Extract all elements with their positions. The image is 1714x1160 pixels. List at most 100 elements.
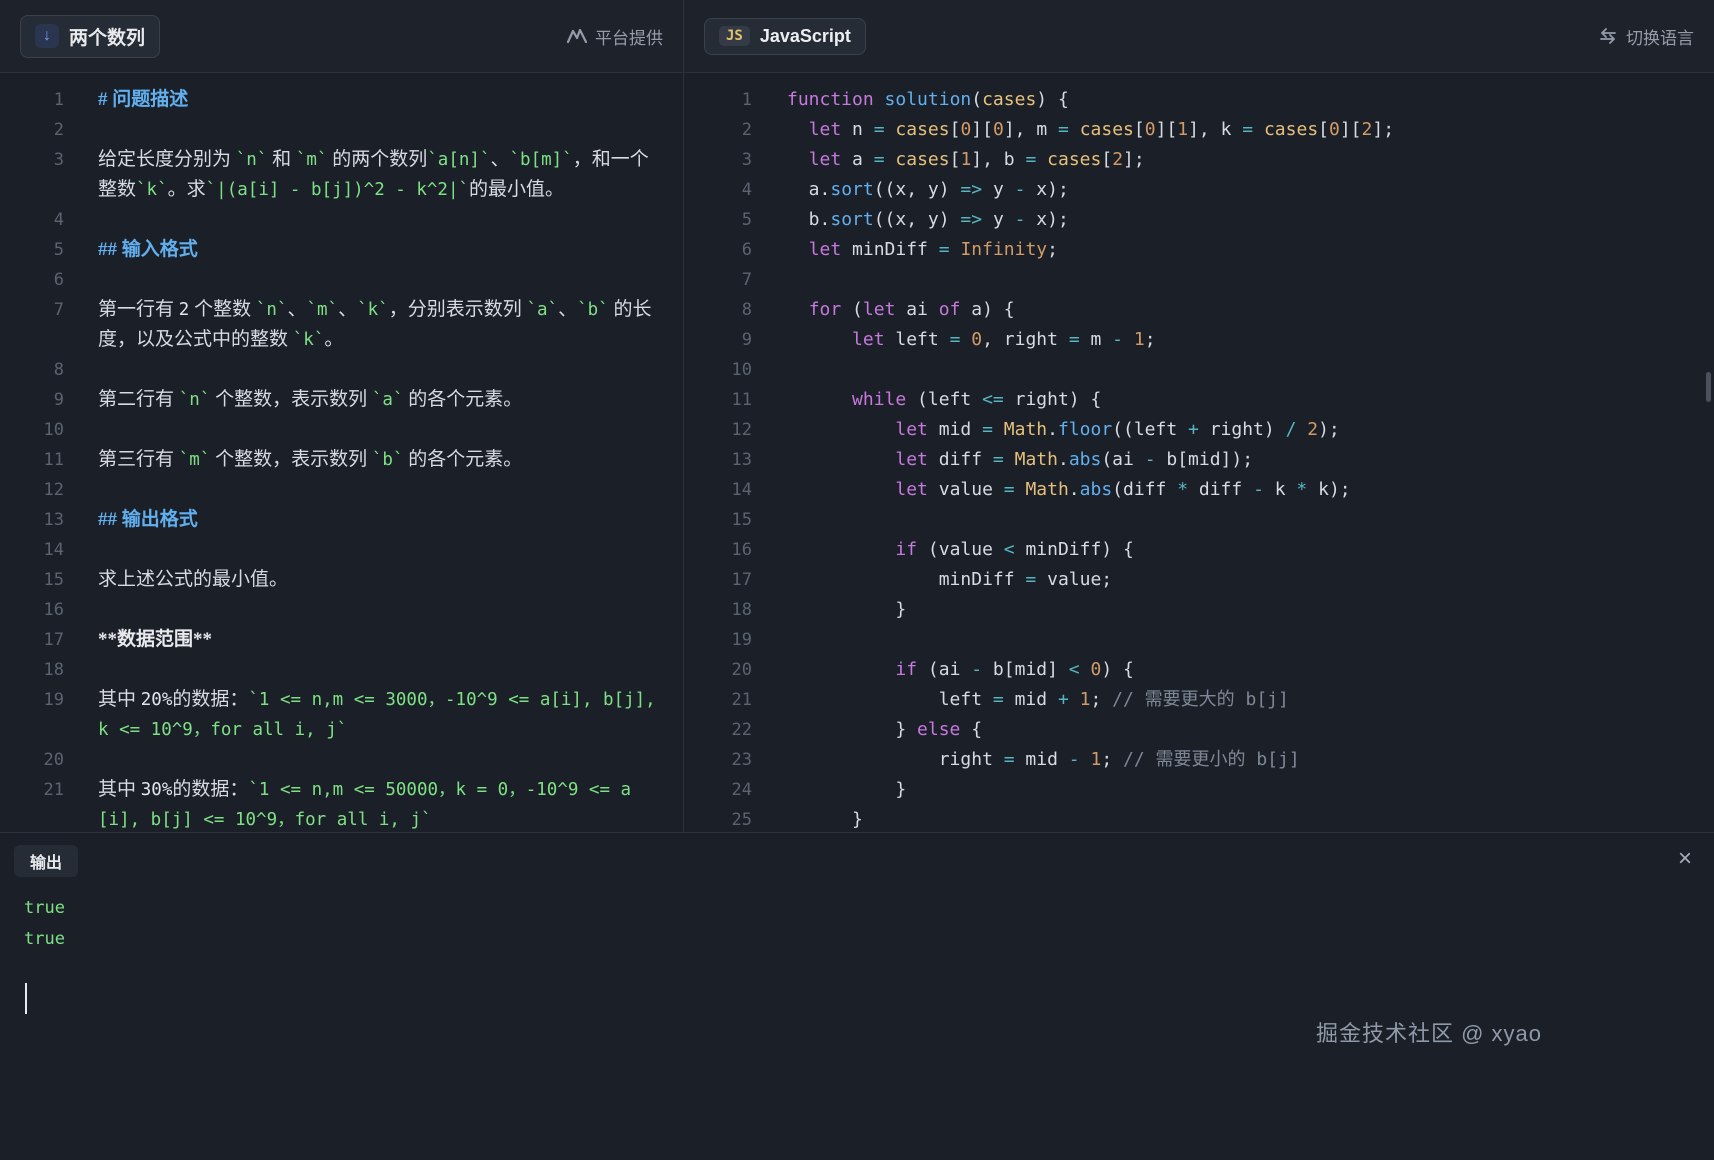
code-line[interactable]: 22 } else { [684, 715, 1714, 745]
code-line[interactable]: 8 for (let ai of a) { [684, 295, 1714, 325]
code-text[interactable]: while (left <= right) { [752, 385, 1714, 415]
code-text[interactable] [64, 205, 683, 235]
code-line[interactable]: 3给定长度分别为 `n` 和 `m` 的两个数列`a[n]`、`b[m]`，和一… [0, 145, 683, 205]
code-text[interactable]: 给定长度分别为 `n` 和 `m` 的两个数列`a[n]`、`b[m]`，和一个… [64, 145, 683, 205]
code-text[interactable] [64, 745, 683, 775]
code-text[interactable]: ## 输出格式 [64, 505, 683, 535]
switch-language-button[interactable]: 切换语言 [1598, 24, 1694, 49]
problem-title-badge[interactable]: ↓ 两个数列 [20, 15, 160, 58]
code-text[interactable]: 求上述公式的最小值。 [64, 565, 683, 595]
code-text[interactable]: let n = cases[0][0], m = cases[0][1], k … [752, 115, 1714, 145]
code-text[interactable]: minDiff = value; [752, 565, 1714, 595]
code-line[interactable]: 7 [684, 265, 1714, 295]
code-line[interactable]: 23 right = mid - 1; // 需要更小的 b[j] [684, 745, 1714, 775]
code-text[interactable] [752, 265, 1714, 295]
code-line[interactable]: 5## 输入格式 [0, 235, 683, 265]
code-text[interactable]: let value = Math.abs(diff * diff - k * k… [752, 475, 1714, 505]
code-text[interactable]: 第三行有 `m` 个整数，表示数列 `b` 的各个元素。 [64, 445, 683, 475]
code-text[interactable] [64, 655, 683, 685]
code-text[interactable]: } else { [752, 715, 1714, 745]
code-line[interactable]: 18 } [684, 595, 1714, 625]
code-line[interactable]: 24 } [684, 775, 1714, 805]
code-line[interactable]: 14 [0, 535, 683, 565]
code-text[interactable]: let diff = Math.abs(ai - b[mid]); [752, 445, 1714, 475]
language-badge[interactable]: JS JavaScript [704, 18, 866, 55]
code-line[interactable]: 21其中 30%的数据：`1 <= n,m <= 50000，k = 0，-10… [0, 775, 683, 832]
code-line[interactable]: 6 let minDiff = Infinity; [684, 235, 1714, 265]
code-text[interactable]: if (ai - b[mid] < 0) { [752, 655, 1714, 685]
code-line[interactable]: 19其中 20%的数据：`1 <= n,m <= 3000，-10^9 <= a… [0, 685, 683, 745]
code-line[interactable]: 15 [684, 505, 1714, 535]
code-text[interactable]: let minDiff = Infinity; [752, 235, 1714, 265]
code-line[interactable]: 21 left = mid + 1; // 需要更大的 b[j] [684, 685, 1714, 715]
code-line[interactable]: 25 } [684, 805, 1714, 832]
code-line[interactable]: 5 b.sort((x, y) => y - x); [684, 205, 1714, 235]
code-text[interactable]: a.sort((x, y) => y - x); [752, 175, 1714, 205]
code-line[interactable]: 16 if (value < minDiff) { [684, 535, 1714, 565]
code-line[interactable]: 1# 问题描述 [0, 85, 683, 115]
code-text[interactable]: function solution(cases) { [752, 85, 1714, 115]
code-line[interactable]: 14 let value = Math.abs(diff * diff - k … [684, 475, 1714, 505]
code-text[interactable] [64, 535, 683, 565]
code-text[interactable]: right = mid - 1; // 需要更小的 b[j] [752, 745, 1714, 775]
code-text[interactable]: let left = 0, right = m - 1; [752, 325, 1714, 355]
code-line[interactable]: 10 [684, 355, 1714, 385]
code-line[interactable]: 2 [0, 115, 683, 145]
code-editor[interactable]: 1function solution(cases) {2 let n = cas… [684, 73, 1714, 832]
output-tab[interactable]: 输出 [14, 845, 78, 877]
code-text[interactable] [752, 355, 1714, 385]
platform-provider[interactable]: 平台提供 [567, 24, 663, 49]
code-text[interactable] [64, 265, 683, 295]
code-text[interactable]: let a = cases[1], b = cases[2]; [752, 145, 1714, 175]
code-line[interactable]: 19 [684, 625, 1714, 655]
code-line[interactable]: 12 [0, 475, 683, 505]
code-text[interactable]: if (value < minDiff) { [752, 535, 1714, 565]
code-text[interactable]: 第二行有 `n` 个整数，表示数列 `a` 的各个元素。 [64, 385, 683, 415]
code-text[interactable]: 其中 20%的数据：`1 <= n,m <= 3000，-10^9 <= a[i… [64, 685, 683, 745]
code-text[interactable]: # 问题描述 [64, 85, 683, 115]
code-text[interactable] [64, 355, 683, 385]
code-text[interactable]: 其中 30%的数据：`1 <= n,m <= 50000，k = 0，-10^9… [64, 775, 683, 832]
code-text[interactable] [64, 415, 683, 445]
code-text[interactable]: for (let ai of a) { [752, 295, 1714, 325]
code-line[interactable]: 4 [0, 205, 683, 235]
code-line[interactable]: 1function solution(cases) { [684, 85, 1714, 115]
code-text[interactable]: b.sort((x, y) => y - x); [752, 205, 1714, 235]
code-line[interactable]: 8 [0, 355, 683, 385]
code-line[interactable]: 20 if (ai - b[mid] < 0) { [684, 655, 1714, 685]
close-icon[interactable]: × [1678, 845, 1692, 873]
code-text[interactable]: left = mid + 1; // 需要更大的 b[j] [752, 685, 1714, 715]
code-line[interactable]: 17 minDiff = value; [684, 565, 1714, 595]
code-text[interactable] [64, 475, 683, 505]
code-text[interactable] [752, 505, 1714, 535]
code-line[interactable]: 4 a.sort((x, y) => y - x); [684, 175, 1714, 205]
code-text[interactable]: 第一行有 2 个整数 `n`、`m`、`k`，分别表示数列 `a`、`b` 的长… [64, 295, 683, 355]
code-line[interactable]: 12 let mid = Math.floor((left + right) /… [684, 415, 1714, 445]
code-line[interactable]: 17**数据范围** [0, 625, 683, 655]
code-line[interactable]: 10 [0, 415, 683, 445]
code-text[interactable]: } [752, 805, 1714, 832]
code-line[interactable]: 2 let n = cases[0][0], m = cases[0][1], … [684, 115, 1714, 145]
code-text[interactable]: } [752, 775, 1714, 805]
code-text[interactable] [64, 115, 683, 145]
code-text[interactable]: ## 输入格式 [64, 235, 683, 265]
code-text[interactable]: let mid = Math.floor((left + right) / 2)… [752, 415, 1714, 445]
code-line[interactable]: 11 while (left <= right) { [684, 385, 1714, 415]
code-line[interactable]: 13## 输出格式 [0, 505, 683, 535]
code-text[interactable] [752, 625, 1714, 655]
code-line[interactable]: 3 let a = cases[1], b = cases[2]; [684, 145, 1714, 175]
scrollbar-thumb[interactable] [1706, 372, 1711, 402]
code-line[interactable]: 9 let left = 0, right = m - 1; [684, 325, 1714, 355]
problem-description-editor[interactable]: 1# 问题描述2 3给定长度分别为 `n` 和 `m` 的两个数列`a[n]`、… [0, 73, 683, 832]
code-line[interactable]: 11第三行有 `m` 个整数，表示数列 `b` 的各个元素。 [0, 445, 683, 475]
code-line[interactable]: 18 [0, 655, 683, 685]
console-output[interactable]: truetrue [14, 893, 1700, 1014]
code-text[interactable] [64, 595, 683, 625]
code-line[interactable]: 13 let diff = Math.abs(ai - b[mid]); [684, 445, 1714, 475]
code-line[interactable]: 6 [0, 265, 683, 295]
code-line[interactable]: 15求上述公式的最小值。 [0, 565, 683, 595]
code-line[interactable]: 9第二行有 `n` 个整数，表示数列 `a` 的各个元素。 [0, 385, 683, 415]
text-cursor[interactable] [25, 983, 27, 1014]
code-text[interactable]: } [752, 595, 1714, 625]
code-line[interactable]: 7第一行有 2 个整数 `n`、`m`、`k`，分别表示数列 `a`、`b` 的… [0, 295, 683, 355]
